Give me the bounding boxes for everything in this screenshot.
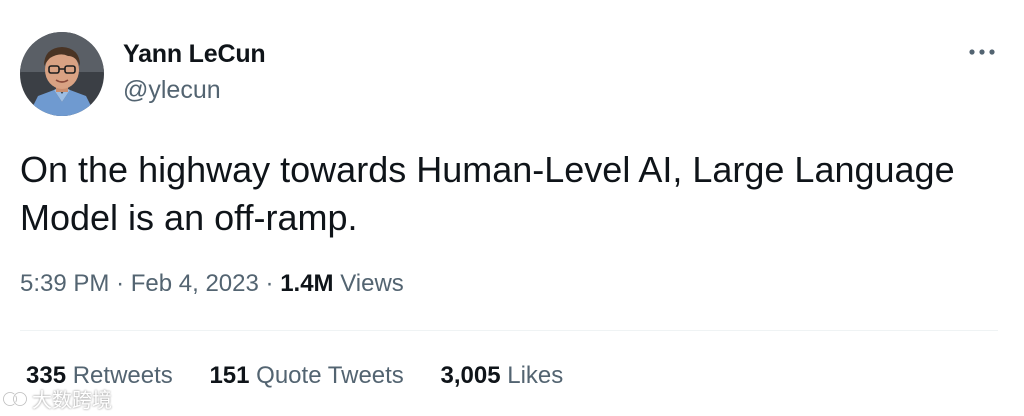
tweet-date[interactable]: Feb 4, 2023	[131, 270, 259, 297]
likes-label: Likes	[507, 362, 564, 389]
more-horizontal-icon	[969, 49, 995, 55]
tweet-meta: 5:39 PM · Feb 4, 2023 · 1.4M Views	[20, 270, 404, 298]
watermark-text: 大数跨境	[32, 388, 112, 412]
avatar-photo	[20, 32, 104, 116]
author-handle[interactable]: @ylecun	[123, 76, 221, 105]
quote-tweets-count: 151	[209, 362, 250, 389]
likes-stat[interactable]: 3,005 Likes	[440, 362, 563, 390]
views-count: 1.4M	[280, 270, 334, 297]
quote-tweets-stat[interactable]: 151 Quote Tweets	[209, 362, 403, 390]
tweet-card: Yann LeCun @ylecun On the highway toward…	[0, 0, 1024, 416]
likes-count: 3,005	[440, 362, 501, 389]
tweet-time[interactable]: 5:39 PM	[20, 270, 109, 297]
more-options-button[interactable]	[964, 40, 1000, 64]
watermark: 大数跨境	[2, 384, 112, 413]
meta-separator: ·	[116, 270, 125, 297]
author-name[interactable]: Yann LeCun	[123, 40, 266, 69]
views-label: Views	[340, 270, 404, 297]
watermark-logo-icon	[2, 391, 28, 406]
avatar[interactable]	[20, 32, 104, 116]
quote-tweets-label: Quote Tweets	[256, 362, 404, 389]
tweet-text: On the highway towards Human-Level AI, L…	[20, 149, 955, 238]
divider	[20, 330, 998, 331]
meta-separator: ·	[265, 270, 274, 297]
